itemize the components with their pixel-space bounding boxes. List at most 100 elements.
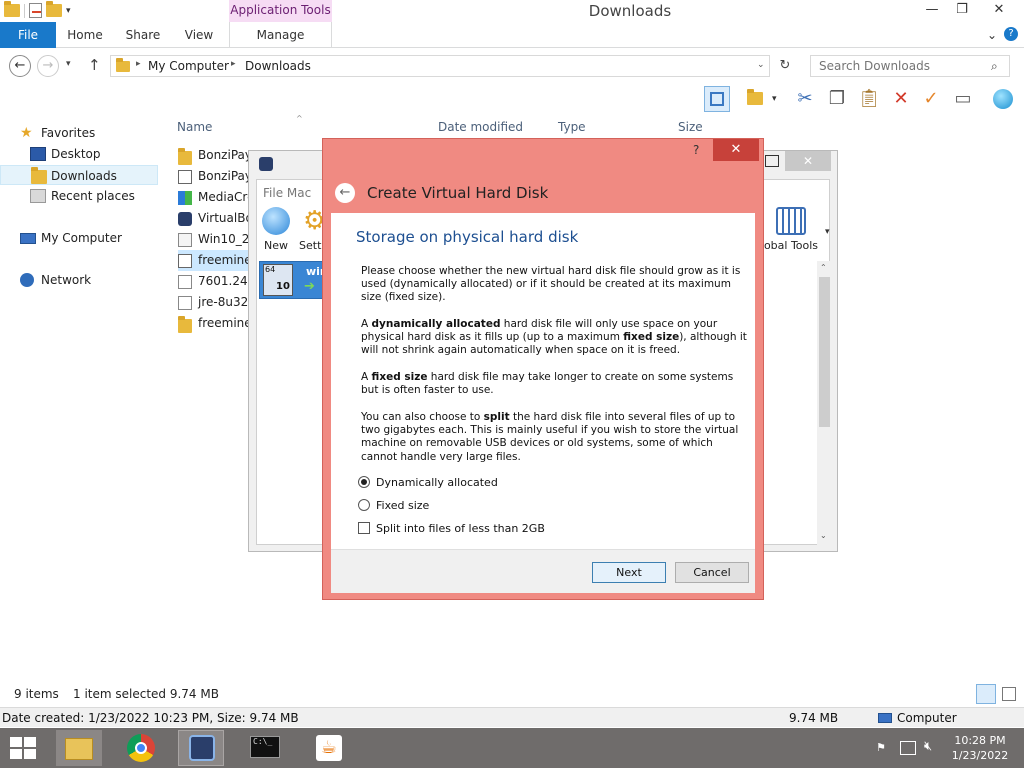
tab-home[interactable]: Home [62,22,108,48]
search-box[interactable]: ⌕ [810,55,1010,77]
vertical-scrollbar[interactable]: ⌃ ⌄ [817,261,831,545]
taskbar-file-explorer[interactable] [56,730,102,766]
scroll-up-icon[interactable]: ⌃ [820,263,827,272]
folder-icon[interactable] [4,1,20,17]
search-icon[interactable]: ⌕ [991,59,998,74]
dialog-close-button[interactable]: ✕ [713,139,759,161]
preview-pane-icon[interactable] [704,86,730,112]
start-button[interactable] [8,734,38,762]
column-type[interactable]: Type [558,120,586,134]
computer-icon [20,233,36,244]
maximize-button[interactable]: ❐ [948,0,976,20]
window-title: Downloads [588,2,672,20]
column-size[interactable]: Size [678,120,703,134]
column-name[interactable]: Name [177,120,212,134]
chevron-down-icon[interactable]: ⌄ [757,60,765,70]
taskbar-java[interactable]: ☕ [306,730,352,766]
forward-arrow-icon[interactable]: → [37,55,59,77]
minimize-button[interactable]: — [918,0,946,20]
file-row[interactable]: VirtualBox [178,208,248,229]
scroll-down-icon[interactable]: ⌄ [820,531,827,540]
clock-date: 1/23/2022 [951,749,1009,762]
back-arrow-icon[interactable]: ← [9,55,31,77]
network-status-icon[interactable] [900,741,916,755]
radio-selected-icon[interactable] [358,476,370,488]
new-vm-button[interactable]: New [259,207,293,252]
copy-icon[interactable]: ❐ [824,86,850,112]
column-date-modified[interactable]: Date modified [438,120,523,134]
nav-downloads[interactable]: Downloads [0,165,158,185]
help-icon[interactable]: ? [1004,27,1018,41]
clock[interactable]: 10:28 PM 1/23/2022 [944,734,1016,762]
chevron-right-icon[interactable]: ▸ [136,59,141,69]
nav-recent-places[interactable]: Recent places [0,186,158,206]
taskbar-chrome[interactable] [118,730,164,766]
taskbar-virtualbox[interactable] [178,730,224,766]
close-button[interactable]: ✕ [984,0,1014,20]
search-input[interactable] [811,56,981,76]
file-row[interactable]: 7601.2421 [178,271,248,292]
volume-muted-icon[interactable]: 🔇︎ [924,739,932,754]
cut-icon[interactable]: ✂ [792,86,818,112]
vm-list-item[interactable]: 64 10 win ➔ [259,261,328,299]
settings-button[interactable]: ⚙ Setti [299,207,323,252]
nav-favorites[interactable]: ★ Favorites [0,123,158,143]
file-explorer-icon [65,738,93,760]
properties-icon[interactable] [29,3,42,18]
cancel-button[interactable]: Cancel [675,562,749,583]
chevron-down-icon[interactable]: ▾ [825,227,830,237]
virtualbox-menu[interactable]: File Mac [263,186,311,200]
recent-locations-icon[interactable]: ▾ [66,59,71,69]
custom-toolbar: ▾ ✂ ❐ 📋︎ ✕ ✓ ▭ [0,84,1024,114]
check-icon[interactable]: ✓ [918,86,944,112]
ribbon-expand-icon[interactable]: ⌄ [984,22,1000,48]
globe-icon[interactable] [990,86,1016,112]
action-center-icon[interactable]: ⚑ [876,741,890,755]
file-row[interactable]: MediaCre [178,187,248,208]
close-button[interactable]: ✕ [785,151,831,171]
checkbox-icon[interactable] [358,522,370,534]
folder-options-icon[interactable] [742,86,768,112]
file-row[interactable]: Win10_21 [178,229,248,250]
tab-file[interactable]: File [0,22,56,48]
file-row[interactable]: BonziPayl [178,145,248,166]
delete-icon[interactable]: ✕ [888,86,914,112]
nav-network[interactable]: Network [0,270,158,290]
chevron-down-icon[interactable]: ▾ [772,94,777,104]
crumb-downloads[interactable]: Downloads [245,59,311,73]
paste-icon[interactable]: 📋︎ [856,86,882,112]
disc-image-icon [178,233,192,247]
tab-share[interactable]: Share [120,22,166,48]
scrollbar-thumb[interactable] [819,277,830,427]
checkbox-split-files[interactable]: Split into files of less than 2GB [358,520,545,536]
dialog-help-button[interactable]: ? [693,143,699,157]
radio-dynamically-allocated[interactable]: Dynamically allocated [358,474,498,490]
global-tools-button[interactable]: obal Tools [761,207,821,252]
chevron-right-icon[interactable]: ▸ [231,59,236,69]
file-row[interactable]: BonziPayl [178,166,248,187]
tab-manage[interactable]: Manage [229,22,332,48]
details-view-icon[interactable] [976,684,996,704]
back-arrow-icon[interactable]: ← [335,183,355,203]
file-row-selected[interactable]: freemined [178,250,248,271]
radio-fixed-size[interactable]: Fixed size [358,497,429,513]
nav-desktop[interactable]: Desktop [0,144,158,164]
new-folder-icon[interactable] [46,1,62,17]
next-button[interactable]: Next [592,562,666,583]
refresh-icon[interactable]: ↻ [774,55,796,77]
rename-icon[interactable]: ▭ [950,86,976,112]
crumb-my-computer[interactable]: My Computer [148,59,229,73]
large-icons-view-icon[interactable] [1002,687,1016,701]
file-row[interactable]: freemined [178,313,248,334]
qat-dropdown-icon[interactable]: ▾ [66,6,71,16]
downloads-folder-icon [31,167,47,184]
address-bar[interactable]: ▸ My Computer ▸ Downloads ⌄ [110,55,770,77]
radio-unselected-icon[interactable] [358,499,370,511]
up-arrow-icon[interactable]: ↑ [88,56,101,74]
nav-recent-label: Recent places [51,189,135,203]
taskbar-command-prompt[interactable]: C:\_ [240,730,286,766]
nav-my-computer[interactable]: My Computer [0,228,158,248]
file-row[interactable]: jre-8u321 [178,292,248,313]
maximize-button[interactable] [765,155,779,167]
tab-view[interactable]: View [176,22,222,48]
